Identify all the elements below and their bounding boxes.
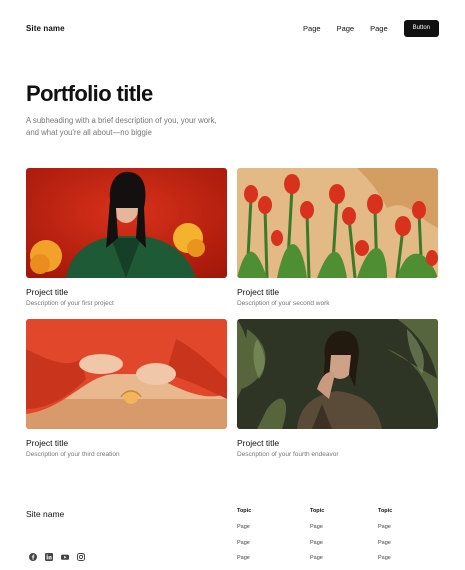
project-image-1[interactable] [26, 168, 227, 278]
nav-cta-button[interactable]: Button [403, 19, 439, 37]
footer-column-1: Topic Page Page Page [237, 508, 251, 570]
footer-topic-heading: Topic [310, 508, 325, 514]
footer-topic-heading: Topic [237, 508, 252, 514]
project-title-1[interactable]: Project title [26, 287, 227, 297]
footer-topic-heading: Topic [378, 508, 393, 514]
facebook-icon[interactable] [28, 552, 37, 561]
project-image-4[interactable] [237, 319, 438, 429]
project-card-4[interactable]: Project title Description of your fourth… [237, 319, 438, 458]
project-description-3: Description of your third creation [26, 451, 120, 458]
social-links [28, 552, 92, 561]
page-subheading: A subheading with a brief description of… [26, 116, 217, 137]
top-nav: Site name Page Page Page Button [26, 18, 439, 38]
footer-link[interactable]: Page [378, 540, 392, 556]
footer-column-2: Topic Page Page Page [310, 508, 324, 570]
project-title-4[interactable]: Project title [237, 438, 438, 448]
linkedin-icon[interactable] [44, 552, 53, 561]
footer-link[interactable]: Page [378, 524, 392, 540]
footer-link[interactable]: Page [237, 555, 251, 570]
footer-link[interactable]: Page [237, 524, 251, 540]
footer-link[interactable]: Page [378, 555, 392, 570]
project-title-3[interactable]: Project title [26, 438, 227, 448]
footer-column-3: Topic Page Page Page [378, 508, 392, 570]
project-description-2: Description of your second work [237, 300, 330, 307]
project-card-1[interactable]: Project title Description of your first … [26, 168, 227, 307]
site-name-logo[interactable]: Site name [26, 24, 65, 33]
youtube-icon[interactable] [60, 552, 69, 561]
instagram-icon[interactable] [76, 552, 85, 561]
project-image-3[interactable] [26, 319, 227, 429]
footer-link[interactable]: Page [237, 540, 251, 556]
footer-link[interactable]: Page [310, 540, 324, 556]
nav-link-page-3[interactable]: Page [370, 24, 388, 33]
project-description-1: Description of your first project [26, 300, 114, 307]
footer-link[interactable]: Page [310, 555, 324, 570]
nav-links: Page Page Page Button [287, 19, 439, 37]
project-description-4: Description of your fourth endeavor [237, 451, 339, 458]
footer-link[interactable]: Page [310, 524, 324, 540]
project-image-2[interactable] [237, 168, 438, 278]
nav-link-page-1[interactable]: Page [303, 24, 321, 33]
project-title-2[interactable]: Project title [237, 287, 438, 297]
page-title: Portfolio title [26, 81, 153, 106]
nav-link-page-2[interactable]: Page [337, 24, 355, 33]
project-card-2[interactable]: Project title Description of your second… [237, 168, 438, 307]
project-card-3[interactable]: Project title Description of your third … [26, 319, 227, 458]
footer-site-name[interactable]: Site name [26, 509, 64, 519]
